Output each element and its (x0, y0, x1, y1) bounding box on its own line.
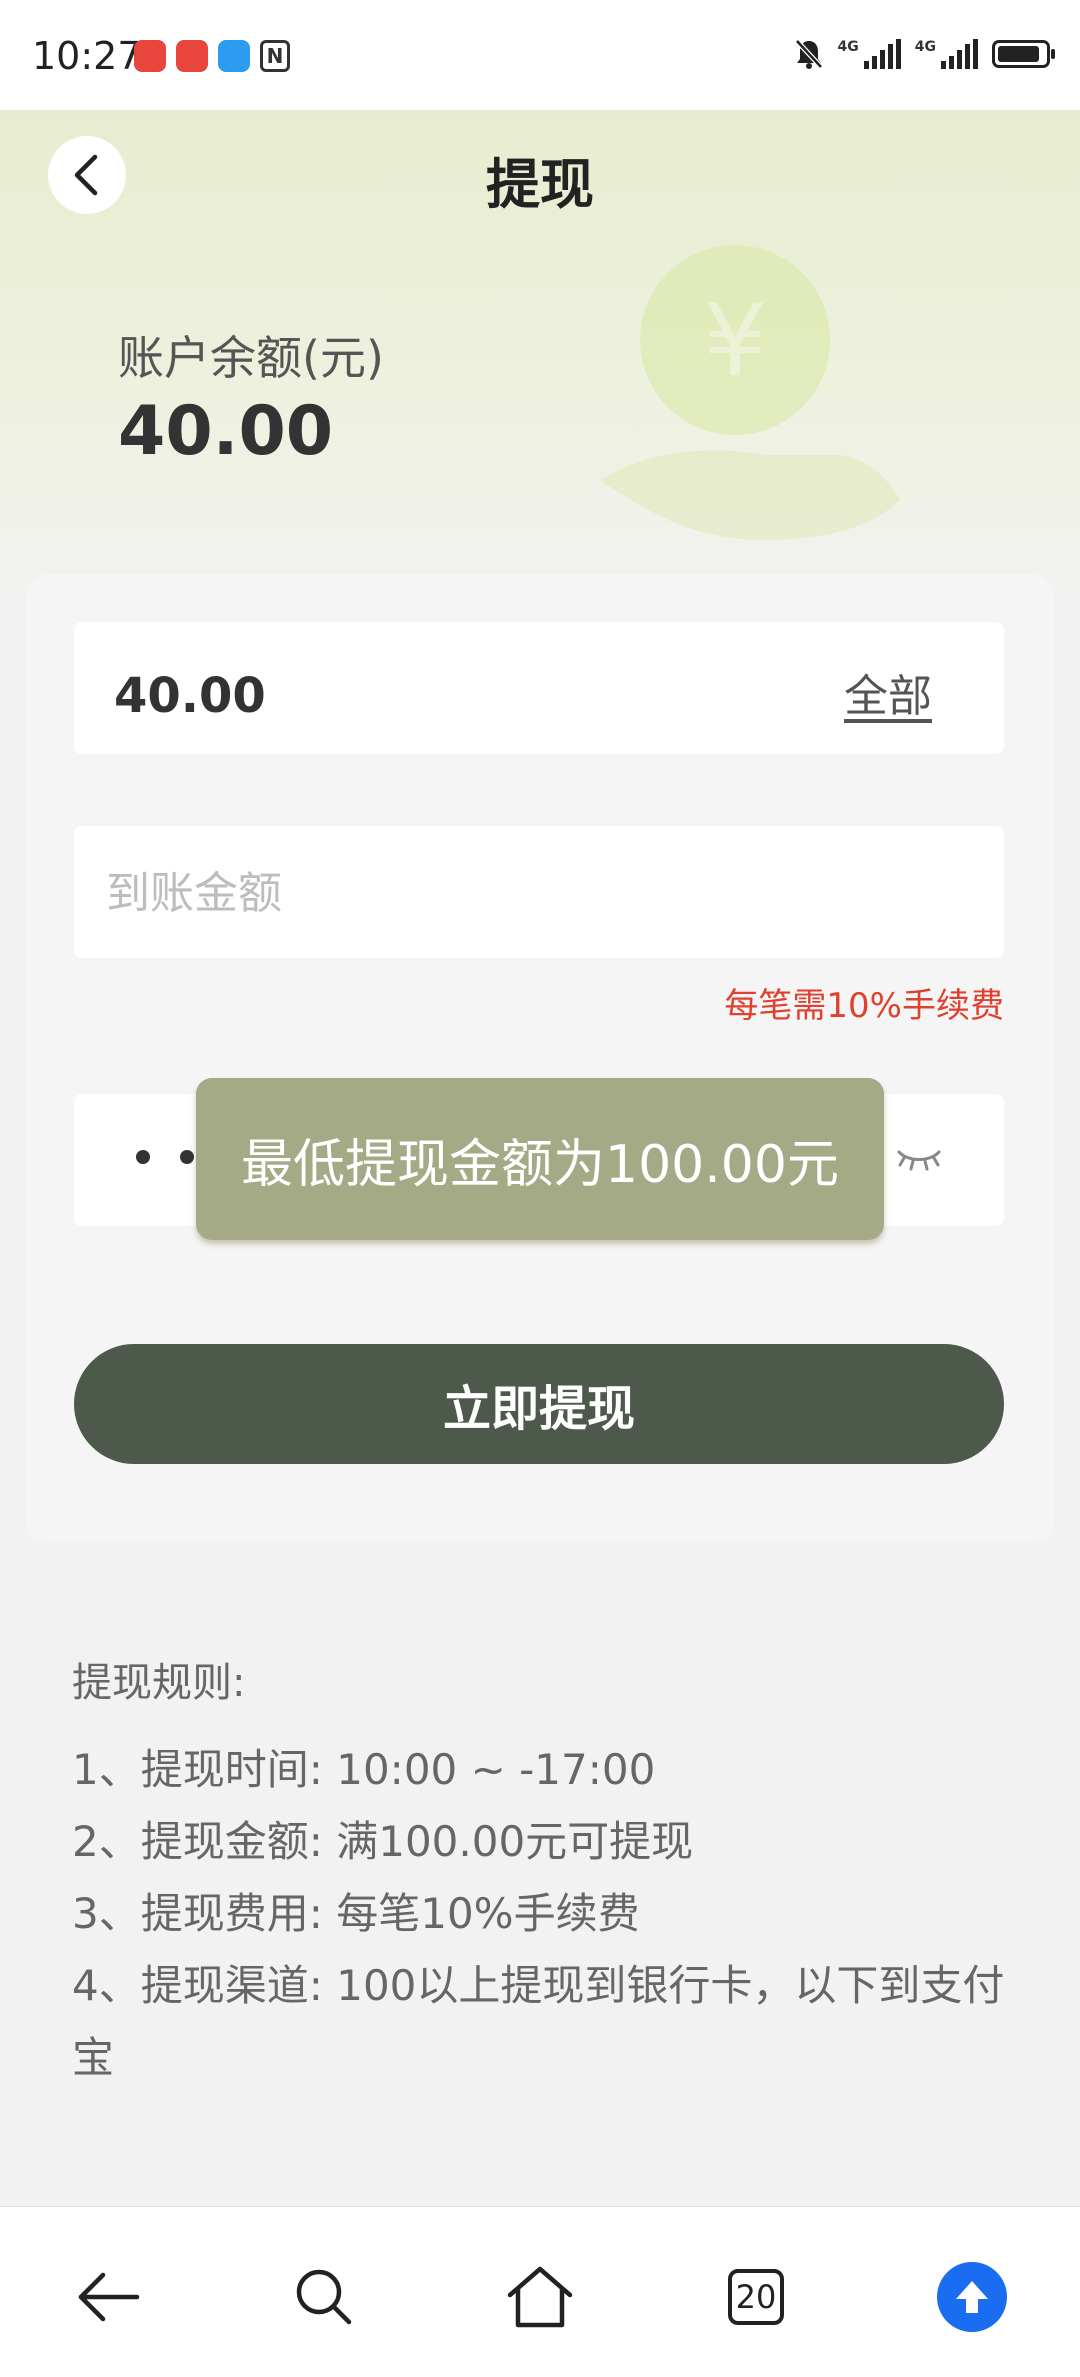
toast-message: 最低提现金额为100.00元 (196, 1078, 884, 1240)
mute-bell-icon (794, 39, 823, 69)
arrive-amount-input[interactable] (104, 826, 968, 960)
home-icon (507, 2266, 573, 2328)
coin-hand-illustration: ¥ (600, 245, 900, 540)
nav-home-button[interactable] (500, 2257, 580, 2337)
withdraw-amount-value: 40.00 (114, 668, 266, 724)
fee-note: 每笔需10%手续费 (724, 986, 1004, 1026)
status-time: 10:27 (32, 34, 142, 78)
rule-item: 4、提现渠道: 100以上提现到银行卡，以下到支付宝 (72, 1961, 1005, 2082)
back-arrow-icon (78, 2272, 140, 2322)
message-notification-icon (218, 40, 250, 72)
battery-icon (992, 40, 1055, 68)
rules-title: 提现规则: (72, 1660, 246, 1706)
page-title: 提现 (486, 153, 594, 216)
app-notification-icon (176, 40, 208, 72)
balance-header: 提现 ¥ 账户余额(元) 40.00 (0, 110, 1080, 610)
rule-item: 2、提现金额: 满100.00元可提现 (72, 1817, 694, 1866)
signal-strength-icon: 4G (838, 39, 901, 69)
app-notification-icon (134, 40, 166, 72)
nav-upload-button[interactable] (932, 2257, 1012, 2337)
battery-level (998, 46, 1039, 62)
status-indicators: 4G 4G (794, 38, 1055, 70)
search-icon (296, 2269, 352, 2325)
balance-label: 账户余额(元) (118, 331, 384, 385)
status-bar: 10:27 N 4G 4G (0, 0, 1080, 110)
upload-arrow-icon (937, 2262, 1007, 2332)
balance-value: 40.00 (118, 392, 334, 471)
withdraw-all-button[interactable]: 全部 (844, 660, 932, 724)
tabs-count-icon: 20 (728, 2269, 784, 2325)
nav-back-button[interactable] (68, 2257, 148, 2337)
withdraw-submit-button[interactable]: 立即提现 (74, 1344, 1004, 1464)
browser-bottom-nav: 20 (0, 2206, 1080, 2377)
rule-item: 3、提现费用: 每笔10%手续费 (72, 1889, 640, 1938)
svg-text:¥: ¥ (703, 282, 767, 399)
withdraw-amount-field[interactable]: 40.00 全部 (74, 622, 1004, 754)
nav-search-button[interactable] (284, 2257, 364, 2337)
eye-closed-icon[interactable] (896, 1146, 942, 1172)
status-app-icons: N (134, 40, 290, 72)
nav-tabs-button[interactable]: 20 (716, 2257, 796, 2337)
arrive-amount-field[interactable] (74, 826, 1004, 960)
signal-strength-icon: 4G (915, 39, 978, 69)
nfc-icon: N (260, 40, 290, 72)
rules-list: 1、提现时间: 10:00 ~ -17:00 2、提现金额: 满100.00元可… (72, 1734, 1012, 2094)
rule-item: 1、提现时间: 10:00 ~ -17:00 (72, 1745, 656, 1794)
